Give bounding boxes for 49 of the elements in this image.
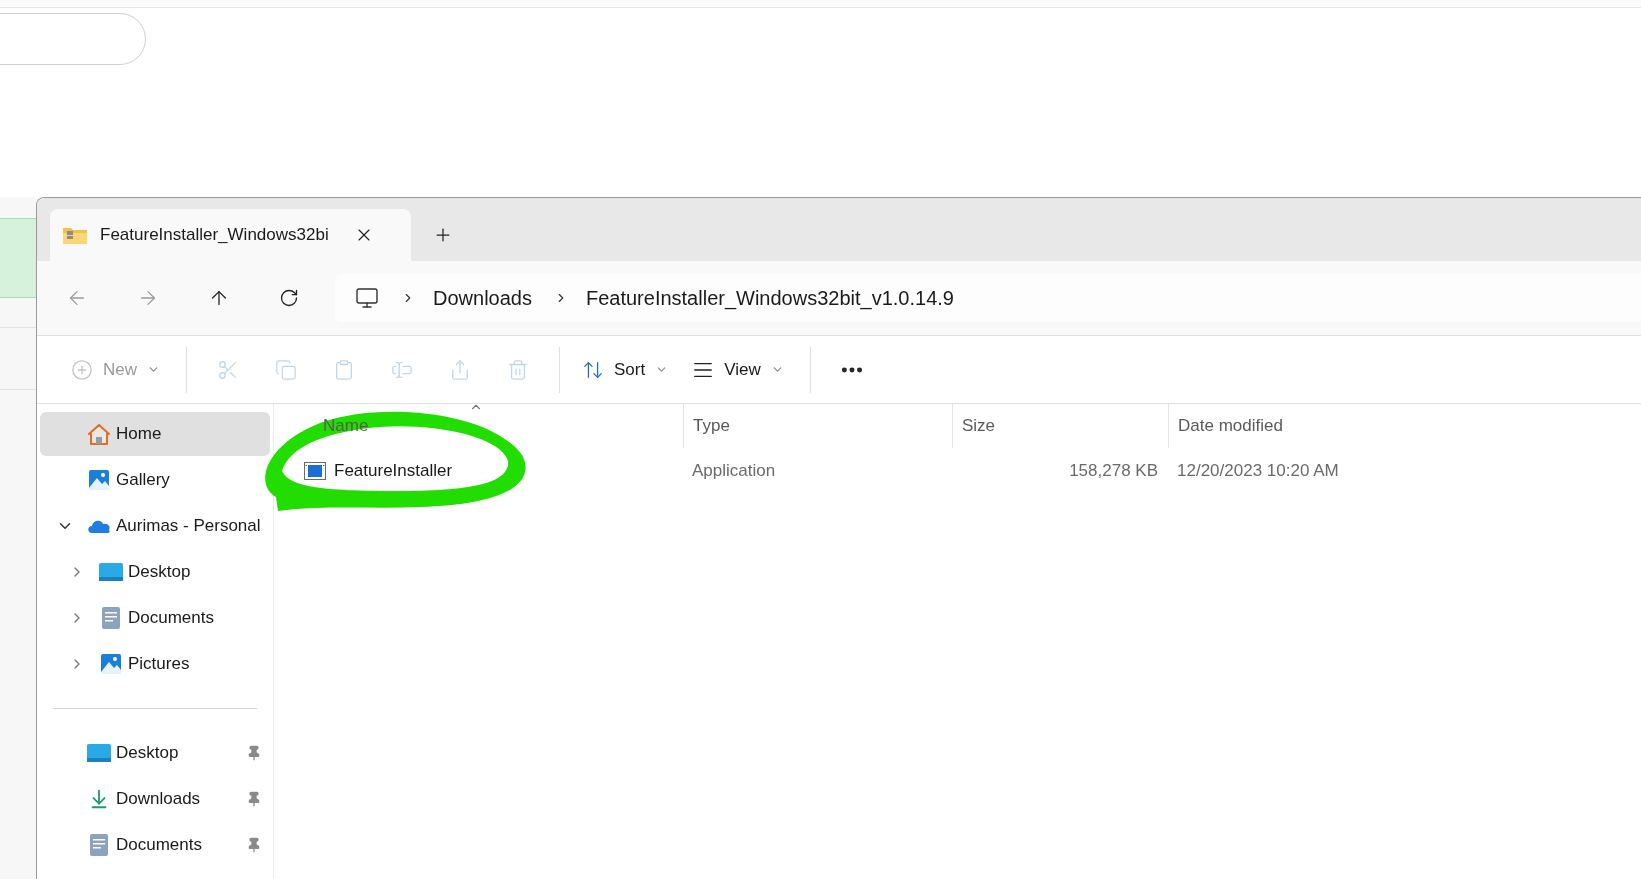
item-label: Gallery (116, 469, 170, 492)
item-label: Aurimas - Personal (116, 515, 261, 538)
column-header[interactable]: Size (952, 404, 1168, 448)
pin-icon[interactable] (246, 837, 262, 853)
size-cell-text: 158,278 KB (1068, 460, 1159, 483)
type-cell-text: Application (691, 460, 777, 483)
sidebar-item[interactable]: Downloads (40, 777, 270, 821)
toolbar-button[interactable]: View (682, 347, 794, 392)
folder-tab[interactable]: FeatureInstaller_Windows32bi (50, 209, 411, 261)
sidebar-item[interactable]: Documents (40, 596, 270, 640)
sidebar-item[interactable]: Documents (40, 823, 270, 867)
pin-icon[interactable] (246, 791, 262, 807)
item-label: Documents (128, 607, 214, 630)
item-label: Desktop (116, 742, 179, 765)
item-label: Pictures (128, 653, 190, 676)
item-label: Downloads (116, 788, 201, 811)
home-icon (87, 423, 111, 445)
sidebar-item[interactable]: Desktop (40, 731, 270, 775)
sidebar-item[interactable]: Home (40, 412, 270, 456)
item-label: Home (116, 423, 162, 446)
document-icon (89, 833, 109, 857)
desktop-folder-icon (98, 562, 124, 582)
cloud-icon (86, 518, 112, 534)
file-name-cell[interactable]: FeatureInstaller (274, 458, 683, 484)
tab-title: FeatureInstaller_Windows32bi (100, 224, 330, 247)
sidebar-item[interactable]: Gallery (40, 458, 270, 502)
sidebar-item[interactable]: Pictures (40, 642, 270, 686)
zip-folder-icon (62, 225, 88, 245)
pin-icon[interactable] (246, 745, 262, 761)
desktop-folder-icon (86, 743, 112, 763)
search-field[interactable] (0, 13, 146, 65)
document-icon (101, 606, 121, 630)
toolbar-button[interactable]: Sort (572, 347, 679, 392)
column-header[interactable]: Name (274, 404, 683, 448)
column-header[interactable]: Date modified (1168, 404, 1439, 448)
refresh-icon[interactable] (279, 288, 299, 308)
picture-icon (88, 469, 110, 491)
application-icon (304, 462, 326, 480)
sidebar-item[interactable]: Desktop (40, 550, 270, 594)
item-label: Documents (116, 834, 202, 857)
sidebar-item[interactable]: Aurimas - Personal (40, 504, 270, 548)
column-header[interactable]: Type (683, 404, 952, 448)
breadcrumb[interactable]: Downloads (433, 283, 532, 313)
item-label: Desktop (128, 561, 191, 584)
address-bar[interactable]: Downloads FeatureInstaller_Windows32bit_v1.0.14.9 (335, 274, 1641, 322)
computer-icon (355, 286, 379, 310)
date-cell-text: 12/20/2023 10:20 AM (1176, 460, 1340, 483)
picture-icon (100, 653, 122, 675)
breadcrumb[interactable]: FeatureInstaller_Windows32bit_v1.0.14.9 (585, 283, 954, 313)
